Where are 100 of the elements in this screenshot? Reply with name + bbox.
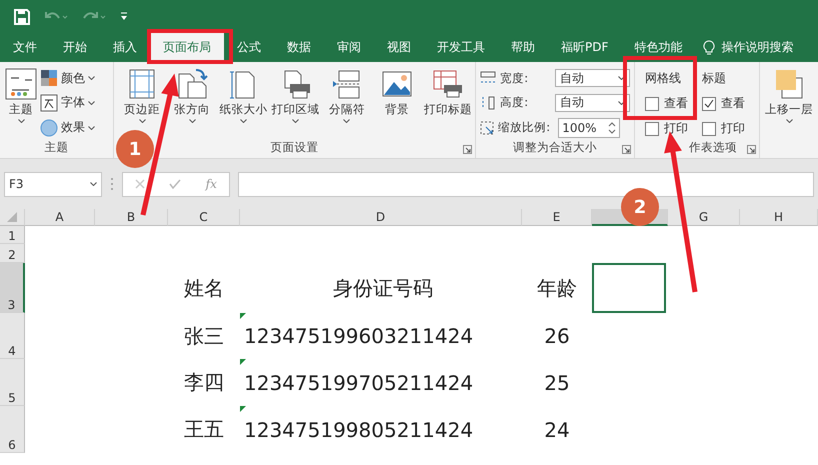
ribbon-tab[interactable]: 帮助	[498, 33, 548, 62]
table-cell-text: 王五	[183, 416, 225, 443]
height-icon	[480, 96, 496, 110]
dialog-launcher-icon[interactable]	[747, 145, 756, 154]
dropdown-field[interactable]: 自动	[555, 94, 630, 112]
caret-icon	[18, 119, 24, 123]
save-icon[interactable]	[14, 8, 30, 24]
ribbon-button[interactable]: 页边距	[120, 66, 164, 125]
row-header[interactable]: 4	[0, 313, 25, 359]
caret-icon	[88, 126, 95, 130]
ribbon-tab[interactable]: 视图	[374, 33, 424, 62]
ribbon-button[interactable]: 纸张大小	[220, 66, 267, 125]
background-picture-icon	[382, 72, 412, 96]
table-cell-text: 身份证号码	[332, 274, 434, 302]
row-header[interactable]: 3	[0, 263, 25, 313]
column-header[interactable]: B	[95, 209, 168, 226]
theme-option[interactable]: 字体	[40, 92, 95, 114]
themes-icon	[5, 68, 37, 100]
group-label: 作表选项	[689, 140, 738, 156]
tell-me-search[interactable]: 操作说明搜索	[721, 39, 794, 56]
spin-field[interactable]: 100%	[558, 118, 620, 138]
row-header[interactable]: 6	[0, 406, 25, 453]
caret-icon	[343, 119, 350, 123]
lightbulb-icon[interactable]	[703, 40, 716, 56]
theme-option[interactable]: 颜色	[40, 67, 95, 90]
caret-icon	[292, 119, 300, 123]
row-header[interactable]: 2	[0, 244, 25, 263]
ribbon-button[interactable]: 打印标题	[424, 66, 472, 119]
formula-field[interactable]	[238, 172, 814, 196]
scale-icon	[480, 120, 494, 135]
caret-icon	[618, 76, 626, 80]
table-cell: 123475199603211424	[240, 313, 522, 359]
table-cell-text: 李四	[183, 369, 225, 396]
theme-option[interactable]: 效果	[40, 116, 95, 139]
table-cell-text: 25	[543, 370, 571, 396]
ribbon-tab[interactable]: 页面布局	[150, 33, 224, 62]
ribbon-tab[interactable]: 插入	[100, 33, 150, 62]
field-label: 宽度:	[500, 70, 528, 86]
ribbon-tab[interactable]: 开发工具	[424, 33, 498, 62]
ribbon-tab[interactable]: 特色功能	[621, 33, 696, 62]
caret-icon	[786, 119, 792, 123]
paper-size-icon	[230, 72, 255, 98]
ribbon-tab[interactable]: 开始	[50, 33, 100, 62]
caret-icon	[88, 100, 95, 105]
ribbon-button[interactable]: 打印区域	[272, 66, 319, 125]
palette-icon	[40, 69, 58, 88]
width-icon	[480, 71, 496, 86]
dialog-launcher-icon[interactable]	[622, 145, 632, 154]
field-label: 缩放比例:	[498, 120, 550, 136]
caret-icon	[90, 182, 97, 186]
group-label: 主题	[44, 140, 69, 156]
column-header[interactable]: A	[25, 209, 95, 226]
ribbon-tab[interactable]: 公式	[224, 33, 274, 62]
row-header[interactable]: 1	[0, 226, 25, 244]
row-header[interactable]: 5	[0, 359, 25, 406]
column-header[interactable]: H	[740, 209, 818, 226]
checkbox[interactable]: 打印	[645, 120, 688, 137]
table-cell-text: 姓名	[183, 274, 225, 302]
checkbox[interactable]: 查看	[702, 95, 746, 112]
effects-icon	[40, 118, 58, 137]
group-label: 调整为合适大小	[513, 140, 598, 156]
printer-icon	[284, 70, 310, 98]
table-cell: 123475199805211424	[240, 406, 522, 453]
bring-forward-icon	[773, 68, 805, 100]
name-box[interactable]: F3	[4, 172, 102, 196]
checkbox[interactable]: 查看	[645, 95, 688, 112]
table-cell: 123475199705211424	[240, 359, 522, 406]
ribbon-button[interactable]: 背景	[374, 66, 419, 119]
column-header[interactable]: G	[668, 209, 740, 226]
spinner-arrows-icon[interactable]	[608, 120, 616, 135]
ribbon-button[interactable]: 分隔符	[324, 66, 369, 125]
table-cell-text: 26	[543, 323, 571, 350]
caret-icon	[240, 119, 247, 123]
ribbon-tab[interactable]: 文件	[0, 33, 50, 62]
column-header[interactable]: E	[522, 209, 592, 226]
drag-handle-icon[interactable]	[110, 177, 114, 191]
table-cell-text: 年龄	[536, 274, 578, 302]
dialog-launcher-icon[interactable]	[463, 145, 472, 154]
column-header[interactable]: D	[240, 209, 522, 226]
caret-icon	[88, 76, 95, 80]
caret-icon	[618, 100, 626, 105]
dropdown-field[interactable]: 自动	[555, 69, 630, 88]
themes-button[interactable]: 主题	[4, 66, 38, 125]
option-heading: 标题	[702, 70, 728, 87]
caret-icon	[138, 119, 146, 123]
column-header[interactable]: C	[168, 209, 240, 226]
customize-icon[interactable]	[120, 12, 128, 21]
field-label: 高度:	[500, 95, 528, 110]
page-break-icon	[332, 70, 362, 98]
caret-icon	[188, 119, 196, 123]
group-label: 页面设置	[270, 140, 319, 156]
table-cell-text: 张三	[183, 322, 225, 350]
table-cell-text: 24	[543, 416, 571, 444]
ribbon-button[interactable]: 上移一层	[764, 66, 814, 125]
ribbon-tab[interactable]: 审阅	[324, 33, 374, 62]
ribbon-tab[interactable]: 福昕PDF	[548, 33, 622, 62]
checkbox[interactable]: 打印	[702, 120, 746, 137]
ribbon-tab[interactable]: 数据	[274, 33, 324, 62]
print-titles-icon	[434, 70, 462, 98]
option-heading: 网格线	[645, 70, 682, 87]
